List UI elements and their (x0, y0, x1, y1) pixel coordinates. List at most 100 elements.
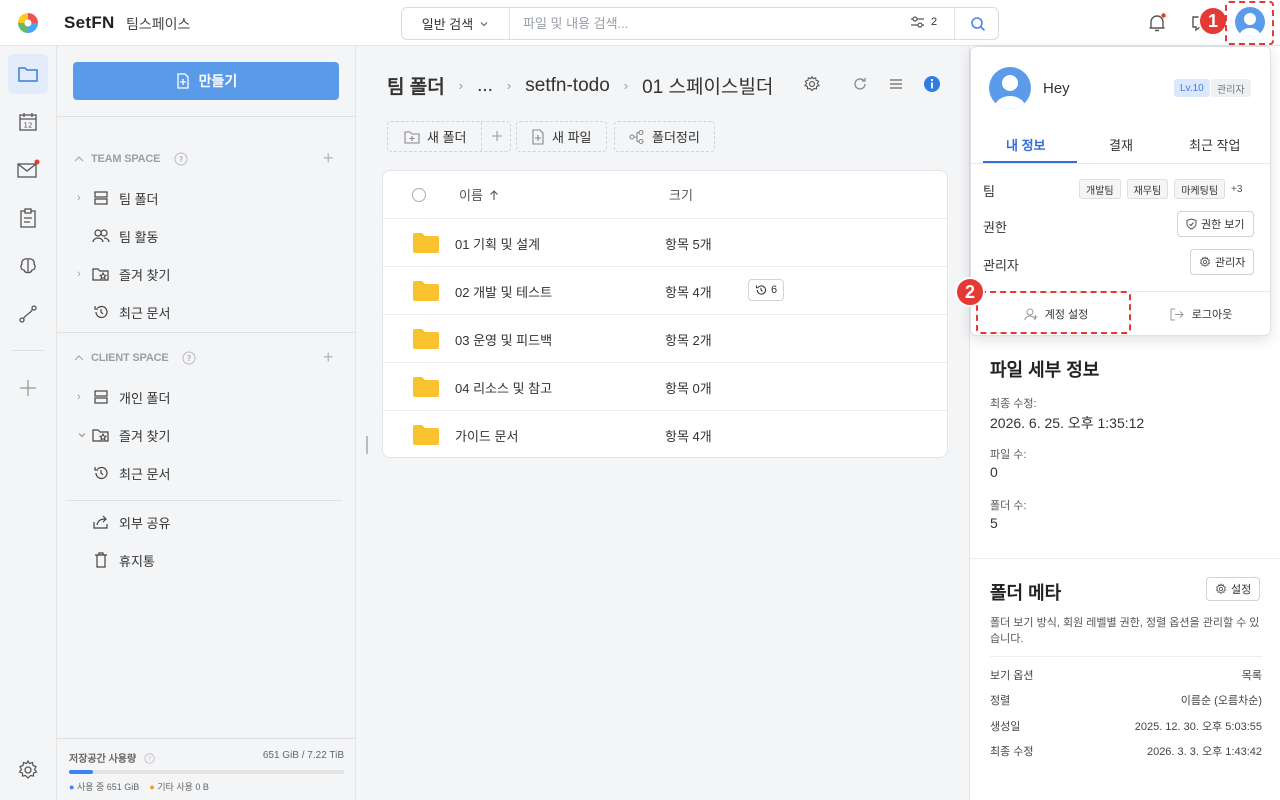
sidebar-item-trash[interactable]: 휴지통 (77, 548, 155, 572)
client-space-add-button[interactable]: + (323, 347, 334, 368)
admin-button-label: 관리자 (1215, 257, 1246, 269)
table-row[interactable]: 02 개발 및 테스트 항목 4개 6 (383, 266, 947, 314)
rail-files-button[interactable] (14, 60, 42, 88)
new-folder-button[interactable]: 새 폴더 (387, 121, 511, 152)
team-space-header[interactable]: TEAM SPACE ? (73, 152, 188, 166)
rail-mail-button[interactable] (14, 156, 42, 184)
tab-approval[interactable]: 결재 (1109, 135, 1133, 154)
chevron-up-icon (73, 154, 85, 164)
storage-usage: 저장공간 사용량 ? 651 GiB / 7.22 TiB ● 사용 중 651… (69, 750, 344, 792)
list-view-button[interactable] (888, 76, 904, 92)
create-button[interactable]: 만들기 (73, 62, 339, 100)
rail-workflow-button[interactable] (14, 300, 42, 328)
refresh-button[interactable] (852, 76, 868, 92)
table-row[interactable]: 04 리소스 및 참고 항목 0개 (383, 362, 947, 410)
history-icon (755, 284, 767, 296)
folder-plus-icon (404, 130, 420, 144)
breadcrumb-item[interactable]: ... (477, 75, 493, 97)
top-bar: SetFN 팀스페이스 일반 검색 2 1 (0, 0, 1280, 46)
breadcrumb-current: 01 스페이스빌더 (642, 77, 774, 98)
search-input[interactable] (511, 8, 891, 39)
sidebar-item-label: 팀 활동 (119, 229, 159, 245)
admin-button[interactable]: 관리자 (1190, 249, 1255, 275)
folder-icon (17, 64, 39, 84)
search-filter-button[interactable]: 2 (910, 15, 937, 29)
team-chips: 개발팀 재무팀 마케팅팀 +3 (1079, 179, 1242, 199)
rail-ai-button[interactable] (14, 252, 42, 280)
popup-divider (971, 163, 1270, 164)
sliders-icon (910, 15, 925, 29)
row-name: 04 리소스 및 참고 (455, 381, 553, 396)
row-name: 01 기획 및 설계 (455, 237, 541, 252)
new-file-label: 새 파일 (552, 130, 592, 145)
tab-recent-work[interactable]: 최근 작업 (1189, 135, 1240, 154)
client-space-header[interactable]: CLIENT SPACE ? (73, 351, 196, 365)
view-permissions-button[interactable]: 권한 보기 (1177, 211, 1254, 237)
sidebar-item-client-favorites[interactable]: 즐겨 찾기 (77, 423, 170, 447)
logout-button[interactable]: 로그아웃 (1151, 299, 1251, 329)
search-button[interactable] (954, 8, 1000, 39)
breadcrumb-item[interactable]: setfn-todo (525, 75, 610, 97)
sidebar-item-label: 최근 문서 (119, 305, 171, 321)
rail-tasks-button[interactable] (14, 204, 42, 232)
row-name: 가이드 문서 (455, 429, 519, 444)
server-icon (91, 387, 111, 407)
table-row[interactable]: 03 운영 및 피드백 항목 2개 (383, 314, 947, 362)
search-mode-dropdown[interactable]: 일반 검색 (402, 8, 510, 39)
chevron-right-icon: › (77, 391, 81, 403)
team-chip: 재무팀 (1126, 179, 1169, 199)
resize-handle[interactable] (366, 436, 369, 454)
meta-label: 보기 옵션 (990, 670, 1034, 682)
chevron-down-icon (77, 430, 91, 440)
file-details-title: 파일 세부 정보 (990, 360, 1100, 380)
meta-label: 정렬 (990, 695, 1011, 707)
logo-icon[interactable] (17, 12, 39, 34)
sidebar-item-team-folder[interactable]: › 팀 폴더 (77, 186, 159, 210)
notification-button[interactable] (1146, 12, 1168, 34)
row-size: 항목 2개 (665, 333, 712, 348)
column-header-name[interactable]: 이름 (459, 171, 499, 218)
gear-icon (803, 75, 821, 93)
folder-meta-settings-button[interactable]: 설정 (1206, 577, 1261, 601)
rail-settings-button[interactable] (14, 756, 42, 784)
new-file-button[interactable]: 새 파일 (516, 121, 607, 152)
files-value: 0 (990, 464, 998, 480)
meta-label: 생성일 (990, 721, 1021, 733)
help-icon: ? (174, 152, 188, 166)
organize-folder-button[interactable]: 폴더정리 (614, 121, 715, 152)
sidebar-item-team-activity[interactable]: 팀 활동 (77, 224, 159, 248)
table-row[interactable]: 가이드 문서 항목 4개 (383, 410, 947, 457)
column-size-label: 크기 (669, 188, 693, 203)
select-all-checkbox[interactable] (411, 171, 427, 218)
client-space-title: CLIENT SPACE (91, 352, 169, 364)
sidebar-item-team-recent[interactable]: 최근 문서 (77, 300, 170, 324)
team-label: 팀 (983, 184, 995, 199)
info-button[interactable] (923, 75, 941, 93)
tab-my-info[interactable]: 내 정보 (1006, 135, 1046, 154)
rail-add-button[interactable] (14, 374, 42, 402)
folder-settings-button[interactable] (803, 75, 821, 93)
chevron-right-icon: › (623, 78, 629, 93)
info-icon (923, 75, 941, 93)
search-mode-label: 일반 검색 (421, 17, 474, 32)
filter-count: 2 (931, 16, 938, 28)
sidebar-item-personal-folder[interactable]: › 개인 폴더 (77, 385, 170, 409)
folder-meta-description: 폴더 보기 방식, 회원 레벨별 권한, 정렬 옵션을 관리할 수 있습니다. (990, 617, 1260, 645)
table-row[interactable]: 01 기획 및 설계 항목 5개 (383, 218, 947, 266)
sidebar-item-external-share[interactable]: 외부 공유 (77, 510, 170, 534)
team-space-add-button[interactable]: + (323, 148, 334, 169)
sidebar-item-team-favorites[interactable]: › 즐겨 찾기 (77, 262, 170, 286)
column-name-label: 이름 (459, 188, 483, 203)
version-history-badge[interactable]: 6 (748, 279, 785, 301)
team-chip: 개발팀 (1079, 179, 1121, 199)
organize-label: 폴더정리 (652, 130, 700, 145)
workspace-name: 팀스페이스 (126, 16, 191, 32)
sidebar-item-client-recent[interactable]: 최근 문서 (77, 461, 170, 485)
user-name: Hey (1043, 80, 1070, 97)
breadcrumb-item[interactable]: 팀 폴더 (387, 72, 445, 99)
rail-calendar-button[interactable]: 12 (14, 108, 42, 136)
column-header-size[interactable]: 크기 (669, 171, 693, 218)
avatar (989, 67, 1031, 109)
meta-row: 생성일 2025. 12. 30. 오후 5:03:55 (990, 718, 1262, 734)
sidebar-item-label: 외부 공유 (119, 515, 171, 531)
